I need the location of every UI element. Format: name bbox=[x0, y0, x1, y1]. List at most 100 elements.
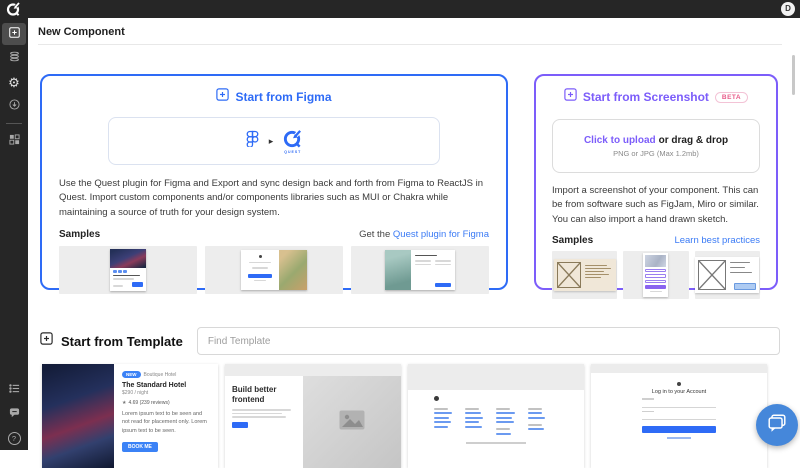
template-section-bar: Start from Template bbox=[40, 326, 780, 356]
chat-bubble-icon bbox=[766, 412, 788, 439]
image-placeholder-icon bbox=[339, 410, 365, 435]
best-practices-link[interactable]: Learn best practices bbox=[674, 235, 760, 246]
mock-fields bbox=[415, 258, 451, 267]
footer-column bbox=[528, 405, 545, 437]
figma-samples-row: Samples Get the Quest plugin for Figma bbox=[59, 229, 489, 240]
upload-dropzone[interactable]: Click to uploador drag & drop PNG or JPG… bbox=[552, 119, 760, 173]
sidebar-item-chat[interactable] bbox=[2, 403, 26, 425]
placeholder-line bbox=[528, 412, 542, 414]
book-me-button[interactable]: BOOK ME bbox=[122, 442, 158, 452]
hero-title: Build better frontend bbox=[232, 385, 296, 404]
template-login-card[interactable]: Log in to your Account bbox=[591, 364, 767, 468]
screenshot-samples-thumbs bbox=[552, 251, 760, 299]
quest-logo-icon[interactable] bbox=[5, 1, 21, 17]
placeholder-line bbox=[730, 262, 750, 263]
upload-label: Click to uploador drag & drop bbox=[584, 135, 728, 146]
figma-card-title: Start from Figma bbox=[235, 90, 331, 104]
sidebar-item-changelog[interactable] bbox=[2, 379, 26, 401]
placeholder-line bbox=[642, 398, 654, 400]
screenshot-sample-sketch[interactable] bbox=[552, 251, 617, 299]
sketch-notes bbox=[581, 262, 613, 288]
figma-sample-hotel[interactable] bbox=[59, 246, 197, 294]
screenshot-sample-mobile[interactable] bbox=[623, 251, 688, 299]
beta-badge: BETA bbox=[715, 92, 748, 103]
mock-logo bbox=[259, 255, 262, 258]
mock-photo bbox=[110, 249, 146, 268]
placeholder-line bbox=[435, 264, 451, 266]
placeholder-line bbox=[465, 421, 479, 423]
mock-chips bbox=[113, 270, 143, 273]
placeholder-line bbox=[465, 412, 481, 414]
sidebar-item-layers[interactable] bbox=[2, 47, 26, 69]
figma-sample-login[interactable] bbox=[205, 246, 343, 294]
find-template-input[interactable] bbox=[197, 327, 780, 355]
mobile-wireframe-mock bbox=[643, 253, 668, 297]
sketch-mock bbox=[554, 259, 616, 291]
mock-input bbox=[642, 402, 716, 408]
placeholder-line bbox=[415, 255, 437, 257]
sidebar-item-export[interactable] bbox=[2, 95, 26, 117]
placeholder-line bbox=[496, 408, 510, 410]
wireframe-x-box bbox=[557, 262, 581, 288]
hotel-badge-row: NEW Boutique Hotel bbox=[122, 371, 210, 378]
click-to-upload-link[interactable]: Click to upload bbox=[584, 135, 656, 146]
figma-sample-checkout[interactable] bbox=[351, 246, 489, 294]
placeholder-line bbox=[528, 428, 544, 430]
hotel-body-text: Lorem ipsum text to be seen and not read… bbox=[122, 410, 210, 435]
mock-field bbox=[645, 274, 666, 278]
user-avatar[interactable]: D bbox=[781, 2, 795, 16]
gear-icon: ⚙ bbox=[8, 76, 20, 89]
placeholder-line bbox=[465, 426, 482, 428]
sidebar-divider bbox=[6, 123, 22, 124]
layers-icon bbox=[9, 49, 20, 67]
placeholder-line bbox=[435, 260, 451, 262]
star-icon: ★ bbox=[122, 400, 126, 406]
placeholder-line bbox=[496, 428, 510, 430]
get-plugin-prefix: Get the bbox=[359, 229, 390, 240]
placeholder-line bbox=[528, 417, 545, 419]
scrollbar-thumb[interactable] bbox=[792, 55, 795, 95]
mock-field bbox=[645, 280, 666, 284]
placeholder-line bbox=[434, 412, 452, 414]
placeholder-line bbox=[528, 424, 542, 426]
figma-card-description: Use the Quest plugin for Figma and Expor… bbox=[59, 177, 489, 220]
quest-plugin-link[interactable]: Quest plugin for Figma bbox=[393, 229, 489, 240]
start-from-screenshot-card[interactable]: Start from Screenshot BETA Click to uplo… bbox=[534, 74, 778, 290]
start-from-figma-card[interactable]: Start from Figma ▸ bbox=[40, 74, 508, 290]
sidebar-item-components[interactable] bbox=[2, 130, 26, 152]
placeholder-line bbox=[642, 411, 654, 413]
upload-hint: PNG or JPG (Max 1.2mb) bbox=[613, 149, 699, 158]
chat-bubble-icon bbox=[9, 405, 20, 423]
mock-button bbox=[248, 274, 271, 278]
footer-link-columns bbox=[434, 405, 574, 437]
top-bar: D bbox=[0, 0, 800, 18]
placeholder-line bbox=[113, 275, 140, 277]
sidebar-item-new-component[interactable] bbox=[2, 23, 26, 45]
hotel-name: The Standard Hotel bbox=[122, 382, 210, 389]
page-title: New Component bbox=[38, 26, 125, 38]
template-footer-card[interactable] bbox=[408, 364, 584, 468]
placeholder-line bbox=[585, 271, 605, 272]
sidebar-item-settings[interactable]: ⚙ bbox=[2, 71, 26, 93]
screenshot-sample-wireframe[interactable] bbox=[695, 251, 760, 299]
sidebar-item-help[interactable]: ? bbox=[2, 427, 26, 449]
mock-input bbox=[642, 414, 716, 420]
hotel-mock bbox=[110, 249, 146, 291]
samples-label: Samples bbox=[59, 229, 100, 240]
template-hero-card[interactable]: Build better frontend bbox=[225, 364, 401, 468]
login-mock: Log in to your Account bbox=[591, 373, 767, 468]
chat-widget-button[interactable] bbox=[756, 404, 798, 446]
placeholder-line bbox=[232, 413, 282, 415]
screenshot-samples-row: Samples Learn best practices bbox=[552, 235, 760, 246]
mock-photo bbox=[645, 255, 666, 267]
get-plugin-text: Get the Quest plugin for Figma bbox=[359, 229, 489, 240]
placeholder-line bbox=[434, 408, 448, 410]
placeholder-line bbox=[496, 433, 511, 435]
login-mock bbox=[241, 250, 307, 290]
placeholder-line bbox=[232, 416, 286, 418]
samples-label: Samples bbox=[552, 235, 593, 246]
mock-button bbox=[435, 283, 451, 287]
placeholder-line bbox=[465, 417, 483, 419]
quest-logo-caption: QUEST bbox=[284, 150, 301, 154]
template-hotel-card[interactable]: NEW Boutique Hotel The Standard Hotel $2… bbox=[42, 364, 218, 468]
